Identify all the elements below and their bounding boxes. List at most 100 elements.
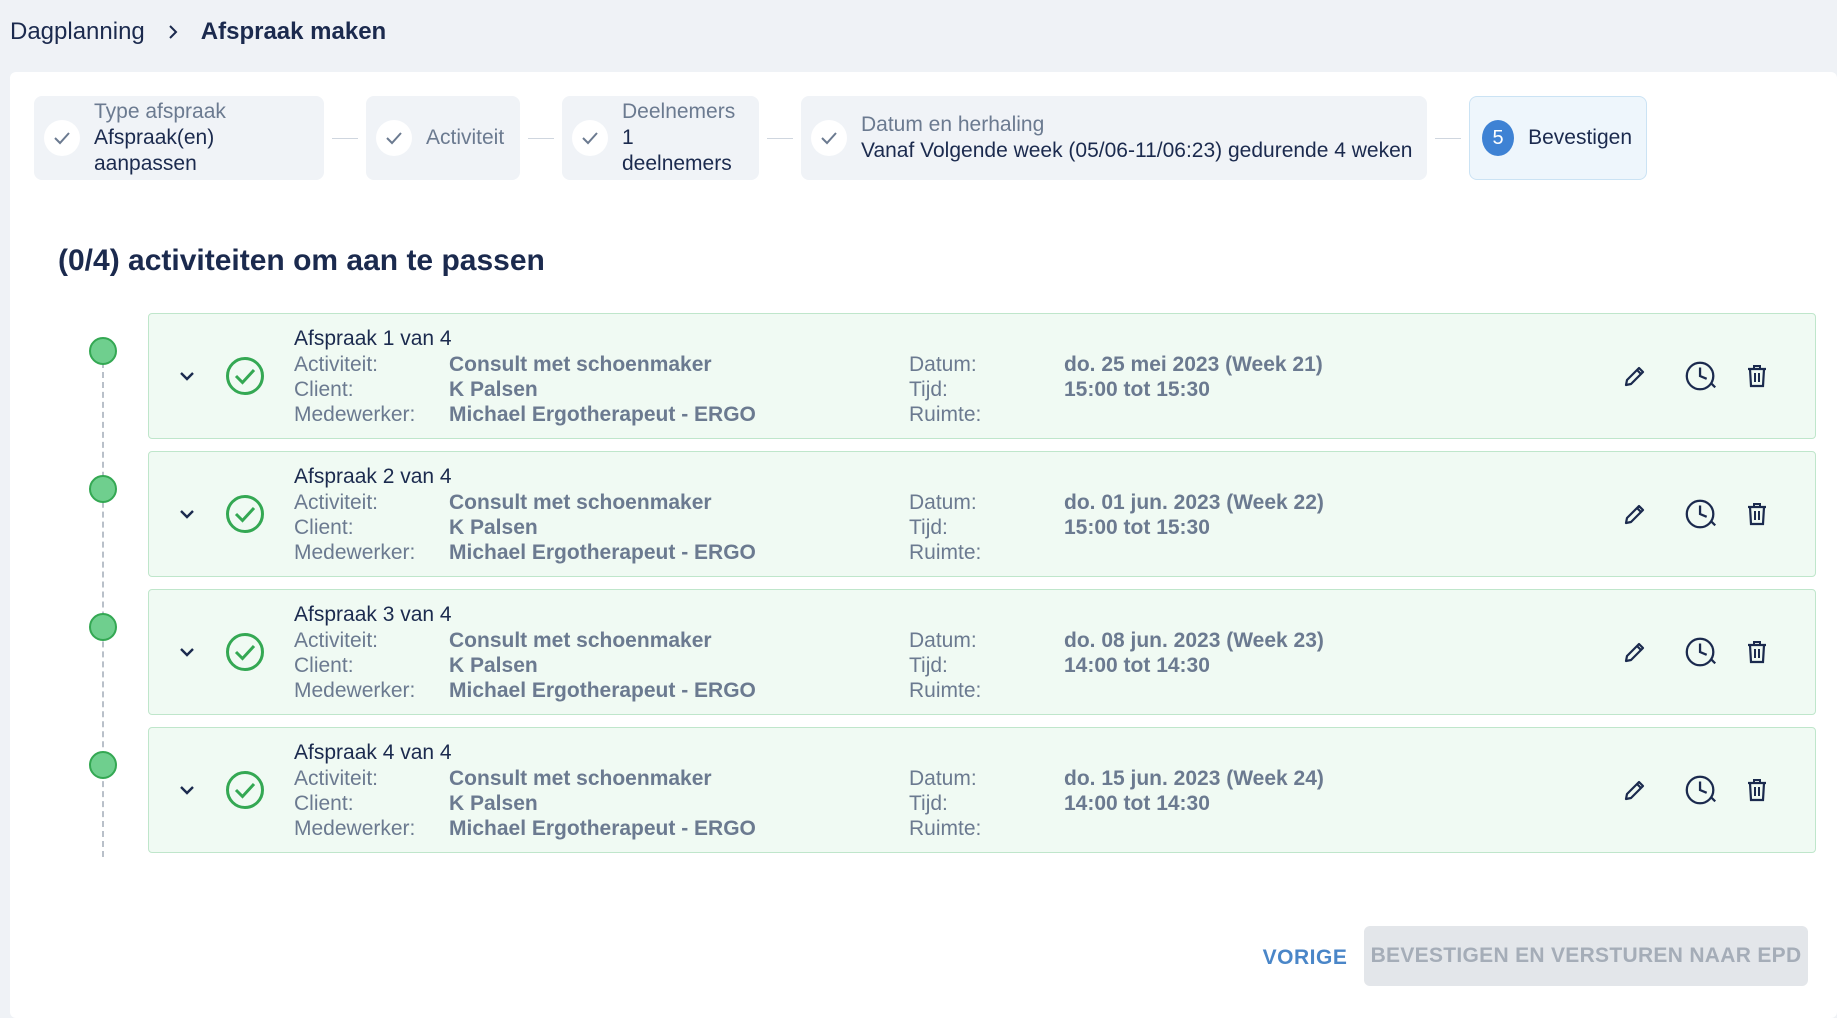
check-circle-icon xyxy=(225,770,265,810)
label-activiteit: Activiteit: xyxy=(294,491,379,514)
trash-icon[interactable] xyxy=(1739,496,1775,532)
check-icon xyxy=(811,120,847,156)
step-connector xyxy=(767,137,793,139)
label-medewerker: Medewerker: xyxy=(294,679,416,702)
step-connector xyxy=(332,137,358,139)
previous-button[interactable]: VORIGE xyxy=(1240,936,1370,980)
chevron-down-icon[interactable] xyxy=(175,778,199,802)
clock-icon[interactable] xyxy=(1683,634,1719,670)
step-bevestigen[interactable]: 5 Bevestigen xyxy=(1469,96,1647,180)
pencil-icon[interactable] xyxy=(1617,358,1653,394)
label-activiteit: Activiteit: xyxy=(294,353,379,376)
label-ruimte: Ruimte: xyxy=(909,679,982,702)
value-tijd: 14:00 tot 14:30 xyxy=(1064,792,1210,815)
step-deelnemers[interactable]: Deelnemers 1 deelnemers xyxy=(562,96,759,180)
value-datum: do. 25 mei 2023 (Week 21) xyxy=(1064,353,1323,376)
value-client: K Palsen xyxy=(449,654,538,677)
step-label: Bevestigen xyxy=(1528,126,1632,149)
label-tijd: Tijd: xyxy=(909,378,948,401)
clock-icon[interactable] xyxy=(1683,496,1719,532)
appointment-row: Afspraak 4 van 4 Activiteit: Consult met… xyxy=(148,727,1816,853)
value-medewerker: Michael Ergotherapeut - ERGO xyxy=(449,679,756,702)
label-ruimte: Ruimte: xyxy=(909,541,982,564)
label-datum: Datum: xyxy=(909,629,977,652)
value-activiteit: Consult met schoenmaker xyxy=(449,353,712,376)
step-activiteit[interactable]: Activiteit xyxy=(366,96,520,180)
check-icon xyxy=(376,120,412,156)
step-label: Type afspraak xyxy=(94,100,226,123)
appointment-row: Afspraak 1 van 4 Activiteit: Consult met… xyxy=(148,313,1816,439)
breadcrumb-current: Afspraak maken xyxy=(200,18,387,45)
value-client: K Palsen xyxy=(449,516,538,539)
chevron-down-icon[interactable] xyxy=(175,502,199,526)
check-circle-icon xyxy=(225,356,265,396)
appointment-row: Afspraak 3 van 4 Activiteit: Consult met… xyxy=(148,589,1816,715)
label-medewerker: Medewerker: xyxy=(294,817,416,840)
label-datum: Datum: xyxy=(909,767,977,790)
breadcrumb: Dagplanning Afspraak maken xyxy=(10,16,386,48)
check-icon xyxy=(572,120,608,156)
value-datum: do. 01 jun. 2023 (Week 22) xyxy=(1064,491,1324,514)
label-medewerker: Medewerker: xyxy=(294,541,416,564)
label-activiteit: Activiteit: xyxy=(294,767,379,790)
label-activiteit: Activiteit: xyxy=(294,629,379,652)
step-type-afspraak[interactable]: Type afspraak Afspraak(en) aanpassen xyxy=(34,96,324,180)
breadcrumb-dagplanning[interactable]: Dagplanning xyxy=(10,18,145,46)
label-tijd: Tijd: xyxy=(909,516,948,539)
value-activiteit: Consult met schoenmaker xyxy=(449,491,712,514)
appointment-title: Afspraak 3 van 4 xyxy=(294,603,452,626)
clock-icon[interactable] xyxy=(1683,358,1719,394)
stepper: Type afspraak Afspraak(en) aanpassen Act… xyxy=(34,96,1647,180)
label-datum: Datum: xyxy=(909,491,977,514)
appointment-title: Afspraak 4 van 4 xyxy=(294,741,452,764)
value-datum: do. 15 jun. 2023 (Week 24) xyxy=(1064,767,1324,790)
row-actions xyxy=(1617,772,1775,808)
value-datum: do. 08 jun. 2023 (Week 23) xyxy=(1064,629,1324,652)
value-tijd: 15:00 tot 15:30 xyxy=(1064,516,1210,539)
check-circle-icon xyxy=(225,632,265,672)
check-icon xyxy=(44,120,80,156)
value-client: K Palsen xyxy=(449,792,538,815)
label-ruimte: Ruimte: xyxy=(909,817,982,840)
row-actions xyxy=(1617,634,1775,670)
pencil-icon[interactable] xyxy=(1617,634,1653,670)
appointment-title: Afspraak 1 van 4 xyxy=(294,327,452,350)
label-client: Client: xyxy=(294,654,354,677)
value-medewerker: Michael Ergotherapeut - ERGO xyxy=(449,541,756,564)
appointment-title: Afspraak 2 van 4 xyxy=(294,465,452,488)
label-datum: Datum: xyxy=(909,353,977,376)
pencil-icon[interactable] xyxy=(1617,772,1653,808)
timeline-dot xyxy=(89,613,117,641)
row-actions xyxy=(1617,496,1775,532)
value-tijd: 15:00 tot 15:30 xyxy=(1064,378,1210,401)
value-medewerker: Michael Ergotherapeut - ERGO xyxy=(449,817,756,840)
timeline-dot xyxy=(89,751,117,779)
main-card: Type afspraak Afspraak(en) aanpassen Act… xyxy=(10,72,1837,1018)
label-client: Client: xyxy=(294,378,354,401)
value-client: K Palsen xyxy=(449,378,538,401)
trash-icon[interactable] xyxy=(1739,772,1775,808)
label-client: Client: xyxy=(294,792,354,815)
clock-icon[interactable] xyxy=(1683,772,1719,808)
label-ruimte: Ruimte: xyxy=(909,403,982,426)
value-tijd: 14:00 tot 14:30 xyxy=(1064,654,1210,677)
step-value: Afspraak(en) aanpassen xyxy=(94,126,215,175)
trash-icon[interactable] xyxy=(1739,634,1775,670)
chevron-down-icon[interactable] xyxy=(175,640,199,664)
trash-icon[interactable] xyxy=(1739,358,1775,394)
step-connector xyxy=(528,137,554,139)
label-tijd: Tijd: xyxy=(909,792,948,815)
step-value: 1 deelnemers xyxy=(622,126,732,175)
timeline-line xyxy=(102,352,104,857)
pencil-icon[interactable] xyxy=(1617,496,1653,532)
chevron-down-icon[interactable] xyxy=(175,364,199,388)
step-datum-herhaling[interactable]: Datum en herhaling Vanaf Volgende week (… xyxy=(801,96,1427,180)
step-label: Activiteit xyxy=(426,126,505,149)
step-label: Datum en herhaling xyxy=(861,113,1045,136)
value-activiteit: Consult met schoenmaker xyxy=(449,767,712,790)
label-tijd: Tijd: xyxy=(909,654,948,677)
step-label: Deelnemers xyxy=(622,100,736,123)
confirm-send-button[interactable]: BEVESTIGEN EN VERSTUREN NAAR EPD xyxy=(1364,926,1808,986)
row-actions xyxy=(1617,358,1775,394)
step-connector xyxy=(1435,137,1461,139)
